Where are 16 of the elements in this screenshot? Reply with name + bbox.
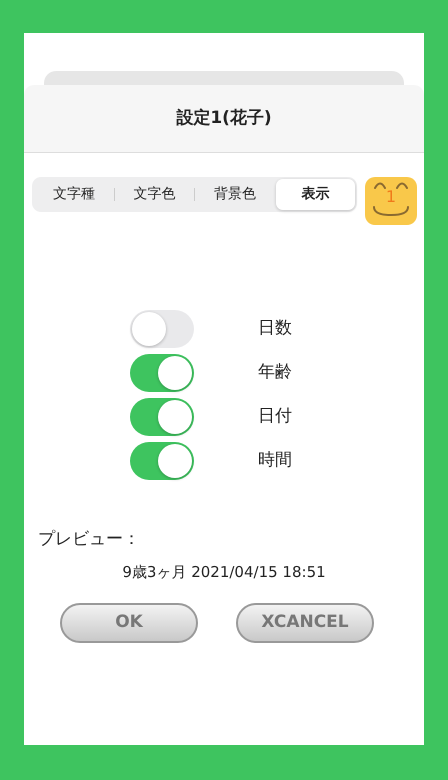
toggle-label: 時間 — [258, 449, 292, 472]
preview-label: プレビュー： — [38, 528, 141, 551]
toggle-label: 年齢 — [258, 361, 292, 384]
toggle-label: 日付 — [258, 405, 292, 428]
tab[interactable]: 表示 — [276, 179, 355, 210]
toggle-switch[interactable] — [130, 398, 194, 436]
toggle-switch[interactable] — [130, 354, 194, 392]
toggle-switch[interactable] — [130, 310, 194, 348]
toggle-label: 日数 — [258, 317, 292, 340]
toggle-switch[interactable] — [130, 442, 194, 480]
tab[interactable]: 文字種 — [34, 179, 114, 210]
tab[interactable]: 文字色 — [114, 179, 194, 210]
dialog-title: 設定1(花子) — [176, 106, 272, 130]
tab[interactable]: 背景色 — [195, 179, 274, 210]
mouth-icon — [371, 205, 411, 217]
preview-text: 9歳3ヶ月 2021/04/15 18:51 — [121, 562, 327, 582]
